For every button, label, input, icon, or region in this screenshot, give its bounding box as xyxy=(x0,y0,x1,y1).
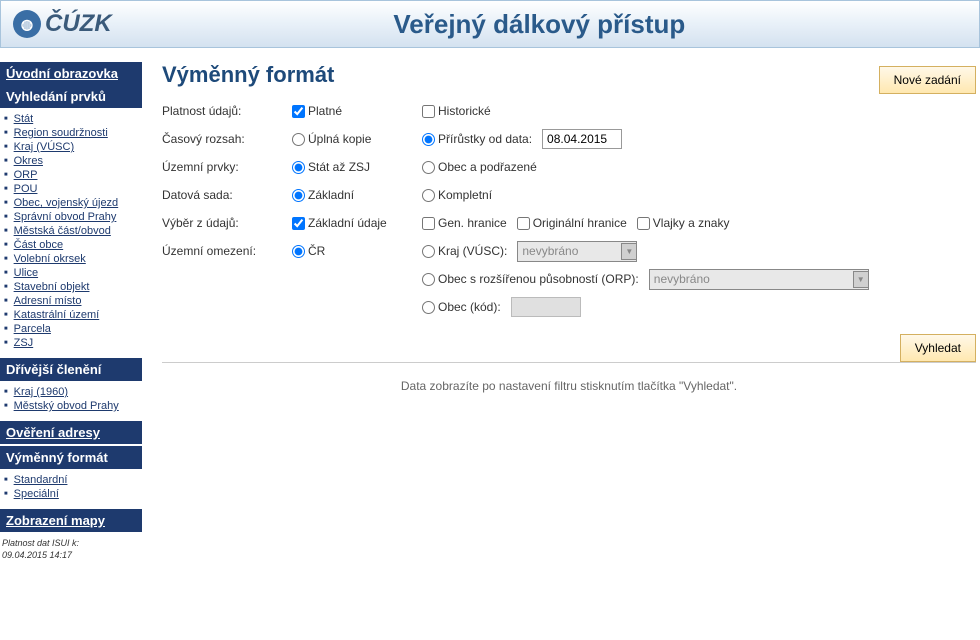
sidebar-link[interactable]: Část obce xyxy=(14,239,64,251)
label-datova-sada: Datová sada: xyxy=(162,188,292,202)
app-title: Veřejný dálkový přístup xyxy=(112,9,967,40)
date-input[interactable] xyxy=(542,129,622,149)
radio-obec-kod[interactable] xyxy=(422,301,435,314)
sidebar-item: ORP xyxy=(4,168,142,182)
sidebar-link[interactable]: Standardní xyxy=(14,474,68,486)
radio-kraj-vusc[interactable] xyxy=(422,245,435,258)
sidebar-link[interactable]: Ulice xyxy=(14,267,38,279)
sidebar-section-search: Vyhledání prvků xyxy=(0,85,142,108)
label-platnost: Platnost údajů: xyxy=(162,104,292,118)
sidebar-item: Adresní místo xyxy=(4,294,142,308)
sidebar-item: Kraj (VÚSC) xyxy=(4,140,142,154)
sidebar-item: POU xyxy=(4,182,142,196)
radio-uplna-kopie[interactable] xyxy=(292,133,305,146)
sidebar-link[interactable]: Kraj (VÚSC) xyxy=(14,141,75,153)
globe-icon: ◍ xyxy=(13,10,41,38)
sidebar-item: Katastrální území xyxy=(4,308,142,322)
sidebar-item: Část obce xyxy=(4,238,142,252)
sidebar-item: Ulice xyxy=(4,266,142,280)
sidebar-section-historical: Dřívější členění xyxy=(0,358,142,381)
sidebar-item: Obec, vojenský újezd xyxy=(4,196,142,210)
page-title: Výměnný formát xyxy=(162,62,976,88)
checkbox-platne[interactable] xyxy=(292,105,305,118)
data-validity-note: Platnost dat ISUI k: 09.04.2015 14:17 xyxy=(0,532,142,567)
sidebar-item: Okres xyxy=(4,154,142,168)
sidebar-section-exchange: Výměnný formát xyxy=(0,446,142,469)
sidebar-link[interactable]: Adresní místo xyxy=(14,295,82,307)
sidebar-item: Městský obvod Prahy xyxy=(4,399,142,413)
select-orp[interactable]: nevybráno▼ xyxy=(649,269,869,290)
sidebar-item: Stavební objekt xyxy=(4,280,142,294)
sidebar-link[interactable]: Okres xyxy=(14,155,43,167)
radio-prirustky[interactable] xyxy=(422,133,435,146)
checkbox-historicke[interactable] xyxy=(422,105,435,118)
label-uzemni-prvky: Územní prvky: xyxy=(162,160,292,174)
checkbox-zakladni-udaje[interactable] xyxy=(292,217,305,230)
logo[interactable]: ◍ ČÚZK xyxy=(13,10,112,38)
chevron-down-icon: ▼ xyxy=(621,243,637,260)
sidebar-link[interactable]: Obec, vojenský újezd xyxy=(14,197,119,209)
sidebar-link[interactable]: Kraj (1960) xyxy=(14,386,68,398)
label-casovy: Časový rozsah: xyxy=(162,132,292,146)
sidebar-link[interactable]: ZSJ xyxy=(14,337,34,349)
checkbox-gen-hranice[interactable] xyxy=(422,217,435,230)
sidebar-item: Stát xyxy=(4,112,142,126)
sidebar-item: Správní obvod Prahy xyxy=(4,210,142,224)
sidebar: Úvodní obrazovka Vyhledání prvků Stát Reg… xyxy=(0,62,142,567)
sidebar-link[interactable]: Stát xyxy=(14,113,34,125)
sidebar-item: Parcela xyxy=(4,322,142,336)
sidebar-link[interactable]: Volební okrsek xyxy=(14,253,86,265)
app-header: ◍ ČÚZK Veřejný dálkový přístup xyxy=(0,0,980,48)
sidebar-item: Kraj (1960) xyxy=(4,385,142,399)
chevron-down-icon: ▼ xyxy=(853,271,869,288)
radio-zakladni[interactable] xyxy=(292,189,305,202)
divider xyxy=(162,362,976,363)
sidebar-link[interactable]: Městský obvod Prahy xyxy=(14,400,119,412)
search-button[interactable]: Vyhledat xyxy=(900,334,976,362)
select-kraj[interactable]: nevybráno▼ xyxy=(517,241,637,262)
sidebar-item: Městská část/obvod xyxy=(4,224,142,238)
sidebar-address-verify[interactable]: Ověření adresy xyxy=(0,421,142,444)
sidebar-link[interactable]: Parcela xyxy=(14,323,51,335)
sidebar-link[interactable]: Stavební objekt xyxy=(14,281,90,293)
sidebar-link[interactable]: Městská část/obvod xyxy=(14,225,111,237)
sidebar-map-view[interactable]: Zobrazení mapy xyxy=(0,509,142,532)
radio-kompletni[interactable] xyxy=(422,189,435,202)
sidebar-item: Speciální xyxy=(4,487,142,501)
checkbox-orig-hranice[interactable] xyxy=(517,217,530,230)
checkbox-vlajky[interactable] xyxy=(637,217,650,230)
sidebar-link[interactable]: Speciální xyxy=(14,488,59,500)
radio-obec-pod[interactable] xyxy=(422,161,435,174)
sidebar-link[interactable]: ORP xyxy=(14,169,38,181)
radio-cr[interactable] xyxy=(292,245,305,258)
sidebar-home[interactable]: Úvodní obrazovka xyxy=(0,62,142,85)
logo-text: ČÚZK xyxy=(45,10,112,38)
new-entry-button[interactable]: Nové zadání xyxy=(879,66,976,94)
sidebar-link[interactable]: Správní obvod Prahy xyxy=(14,211,117,223)
hint-text: Data zobrazíte po nastavení filtru stisk… xyxy=(162,379,976,393)
label-uzemni-omezeni: Územní omezení: xyxy=(162,244,292,258)
obec-kod-input[interactable] xyxy=(511,297,581,317)
main-content: Výměnný formát Nové zadání Platnost údaj… xyxy=(142,62,980,567)
label-vyber: Výběr z údajů: xyxy=(162,216,292,230)
sidebar-item: Region soudržnosti xyxy=(4,126,142,140)
sidebar-link[interactable]: Region soudržnosti xyxy=(14,127,108,139)
radio-stat-zsj[interactable] xyxy=(292,161,305,174)
sidebar-link[interactable]: Katastrální území xyxy=(14,309,100,321)
sidebar-item: Standardní xyxy=(4,473,142,487)
sidebar-item: Volební okrsek xyxy=(4,252,142,266)
radio-orp[interactable] xyxy=(422,273,435,286)
sidebar-link[interactable]: POU xyxy=(14,183,38,195)
sidebar-item: ZSJ xyxy=(4,336,142,350)
